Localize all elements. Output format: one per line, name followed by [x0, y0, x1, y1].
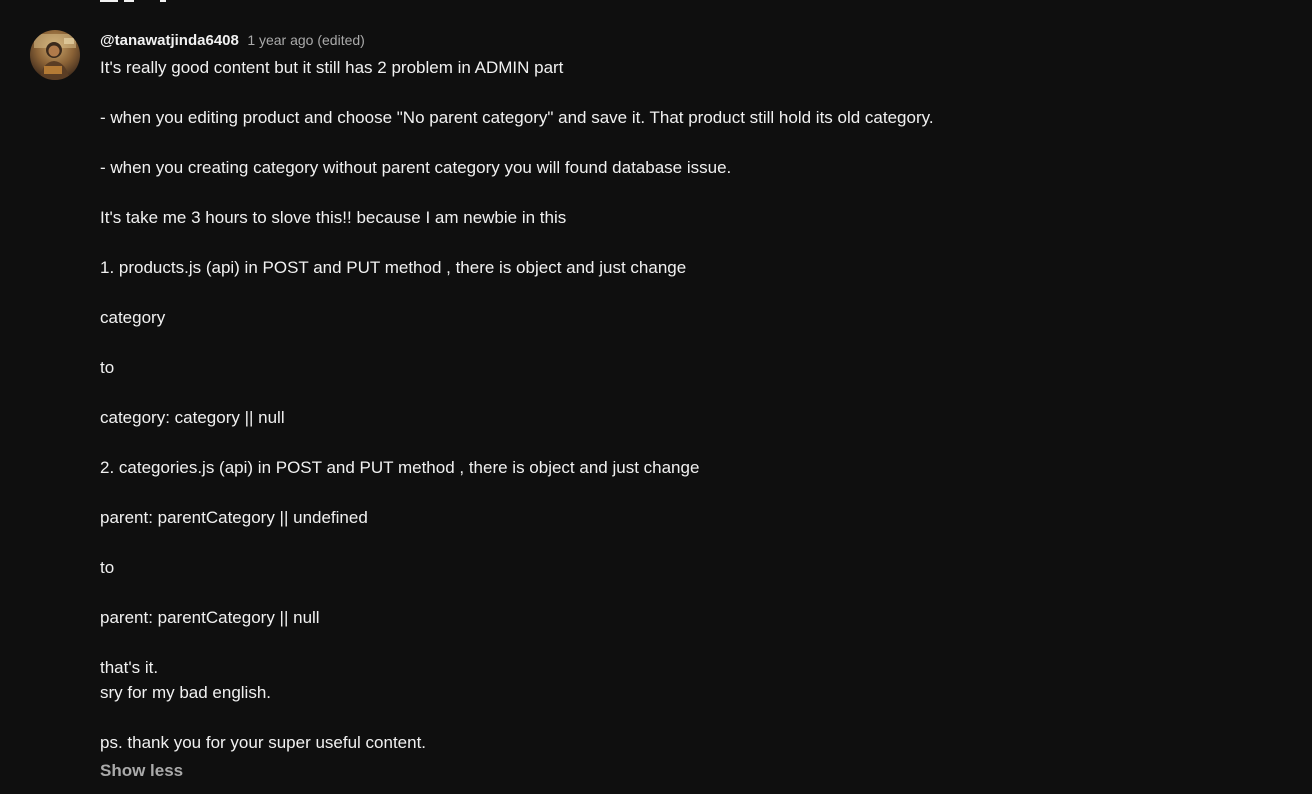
- avatar-photo-icon: [34, 34, 76, 80]
- previous-comment-fragment: [124, 0, 134, 2]
- comment-text-line: 1. products.js (api) in POST and PUT met…: [100, 258, 687, 277]
- author-name[interactable]: @tanawatjinda6408: [100, 32, 239, 49]
- comment-text-line: category: category || null: [100, 408, 285, 427]
- comment-text-line: to: [100, 558, 115, 577]
- comment-text-line: - when you editing product and choose "N…: [100, 108, 934, 127]
- comment-text-line: category: [100, 308, 166, 327]
- avatar[interactable]: [30, 30, 80, 80]
- show-less-button[interactable]: Show less: [100, 759, 183, 783]
- previous-comment-fragment: [160, 0, 166, 2]
- comment-text-line: to: [100, 358, 115, 377]
- previous-comment-edge: [100, 0, 180, 3]
- comment-text-line: It's take me 3 hours to slove this!! bec…: [100, 208, 567, 227]
- comment-text-line: parent: parentCategory || undefined: [100, 508, 368, 527]
- comment-header: @tanawatjinda6408 1 year ago (edited): [100, 28, 1280, 52]
- comment-text-line: sry for my bad english.: [100, 683, 272, 702]
- comment-text-line: parent: parentCategory || null: [100, 608, 320, 627]
- comment-text: It's really good content but it still ha…: [100, 55, 1280, 755]
- comment-text-line: ps. thank you for your super useful cont…: [100, 733, 427, 752]
- comment-body: @tanawatjinda6408 1 year ago (edited) It…: [100, 28, 1280, 783]
- comment-text-line: It's really good content but it still ha…: [100, 58, 564, 77]
- previous-comment-fragment: [100, 0, 118, 2]
- comment-text-line: that's it.: [100, 658, 159, 677]
- comment-text-line: - when you creating category without par…: [100, 158, 732, 177]
- comment-text-line: 2. categories.js (api) in POST and PUT m…: [100, 458, 700, 477]
- comment-timestamp[interactable]: 1 year ago (edited): [247, 32, 365, 48]
